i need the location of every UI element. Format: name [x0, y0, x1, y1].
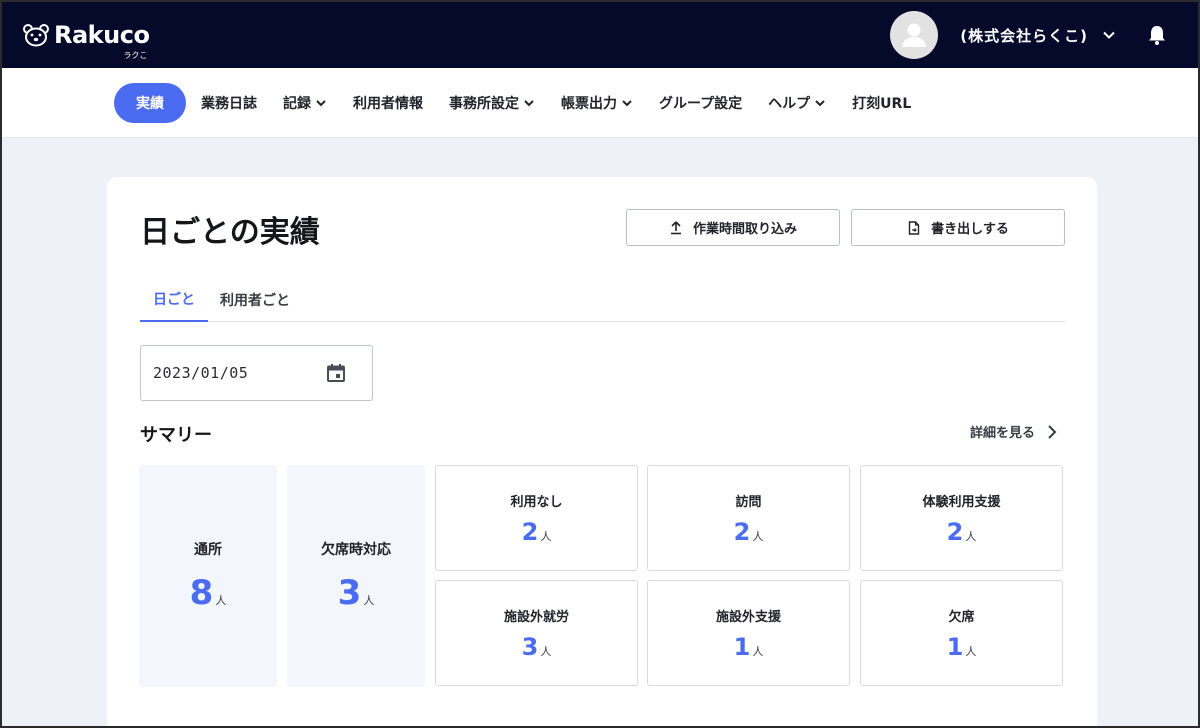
nav-label: 記録 [283, 95, 311, 112]
export-button[interactable]: 書き出しする [851, 209, 1065, 246]
logo-text: Rakuco [54, 21, 150, 49]
page-title: 日ごとの実績 [140, 215, 320, 250]
export-button-label: 書き出しする [931, 221, 1009, 236]
detail-link-label: 詳細を見る [969, 426, 1035, 441]
summary-tile-absent[interactable]: 欠席 1 人 [860, 580, 1063, 686]
date-input[interactable]: 2023/01/05 [140, 345, 373, 401]
nav-item-group-settings[interactable]: グループ設定 [646, 83, 755, 123]
tile-number: 8 [189, 573, 214, 613]
nav-label: 実績 [136, 95, 164, 112]
nav-label: 打刻URL [852, 95, 912, 112]
tile-unit: 人 [752, 644, 764, 658]
nav-label: 利用者情報 [353, 95, 423, 112]
nav-label: ヘルプ [768, 95, 811, 112]
tile-unit: 人 [363, 594, 375, 607]
tab-by-day[interactable]: 日ごと [140, 277, 208, 322]
bear-logo-icon [23, 24, 49, 47]
company-name[interactable]: (株式会社らくこ) [960, 25, 1088, 46]
app-window: Rakuco ラクこ (株式会社らくこ) 実績 業務日誌 記録 利用者情報 事務… [0, 0, 1200, 728]
nav-label: グループ設定 [659, 95, 743, 112]
file-export-icon [908, 220, 920, 235]
summary-tile-offsite-support[interactable]: 施設外支援 1 人 [647, 580, 850, 686]
summary-tile-absence-response[interactable]: 欠席時対応 3 人 [287, 465, 425, 687]
tile-number: 2 [521, 517, 539, 546]
nav-item-work-log[interactable]: 業務日誌 [188, 83, 270, 123]
nav-item-report-output[interactable]: 帳票出力 [548, 83, 646, 123]
account-area: (株式会社らくこ) [890, 11, 1168, 59]
tile-label: 体験利用支援 [922, 494, 1001, 510]
tile-value: 2 人 [734, 518, 764, 546]
tile-label: 施設外就労 [503, 609, 569, 625]
chevron-down-icon [622, 99, 632, 106]
tile-label: 施設外支援 [715, 609, 781, 625]
summary-title: サマリー [140, 425, 212, 446]
summary-tile-visit[interactable]: 訪問 2 人 [647, 465, 850, 571]
tile-number: 2 [733, 517, 751, 546]
summary-tile-trial-support[interactable]: 体験利用支援 2 人 [860, 465, 1063, 571]
nav-label: 事務所設定 [449, 95, 519, 112]
chevron-down-icon [524, 99, 534, 106]
nav-item-results[interactable]: 実績 [114, 82, 186, 123]
tile-label: 訪問 [735, 494, 762, 510]
results-card: 日ごとの実績 作業時間取り込み 書き出しする 日ごと 利用者ごと 2023/01… [107, 177, 1097, 726]
tile-label: 利用なし [510, 494, 563, 510]
nav-item-clock-url[interactable]: 打刻URL [839, 83, 924, 123]
tab-by-user[interactable]: 利用者ごと [208, 277, 302, 322]
tile-value: 8 人 [190, 573, 227, 613]
nav-item-records[interactable]: 記録 [270, 83, 340, 123]
summary-tile-attendance[interactable]: 通所 8 人 [139, 465, 277, 687]
tile-number: 1 [946, 632, 964, 661]
chevron-right-icon [1048, 424, 1057, 439]
nav-item-help[interactable]: ヘルプ [755, 83, 839, 123]
chevron-down-icon[interactable] [1102, 28, 1116, 42]
tile-label: 欠席 [948, 609, 975, 625]
bell-icon[interactable] [1146, 24, 1168, 46]
tile-number: 1 [733, 632, 751, 661]
logo-subtext: ラクこ [123, 51, 148, 60]
tile-value: 1 人 [734, 633, 764, 661]
summary-tile-offsite-work[interactable]: 施設外就労 3 人 [435, 580, 638, 686]
nav-label: 帳票出力 [561, 95, 617, 112]
chevron-down-icon [316, 99, 326, 106]
tile-value: 1 人 [947, 633, 977, 661]
tile-unit: 人 [540, 644, 552, 658]
tile-number: 2 [946, 517, 964, 546]
summary-tile-no-use[interactable]: 利用なし 2 人 [435, 465, 638, 571]
import-button-label: 作業時間取り込み [692, 221, 797, 236]
tile-unit: 人 [965, 644, 977, 658]
import-work-time-button[interactable]: 作業時間取り込み [626, 209, 840, 246]
view-tabs: 日ごと 利用者ごと [140, 277, 1065, 322]
top-bar: Rakuco ラクこ (株式会社らくこ) [2, 2, 1198, 68]
calendar-icon[interactable] [326, 363, 346, 383]
tile-number: 3 [521, 632, 539, 661]
tile-value: 3 人 [522, 633, 552, 661]
main-nav: 実績 業務日誌 記録 利用者情報 事務所設定 帳票出力 グループ設定 ヘルプ 打… [2, 68, 1198, 138]
tile-label: 通所 [194, 542, 222, 558]
upload-icon [670, 220, 681, 234]
view-details-link[interactable]: 詳細を見る [970, 422, 1059, 441]
tile-number: 3 [337, 573, 362, 613]
tile-value: 3 人 [338, 573, 375, 613]
logo[interactable]: Rakuco ラクこ [22, 21, 150, 60]
tile-label: 欠席時対応 [321, 542, 391, 558]
tile-unit: 人 [215, 594, 227, 607]
chevron-down-icon [815, 99, 825, 106]
avatar[interactable] [890, 11, 939, 59]
nav-label: 業務日誌 [201, 95, 257, 112]
tile-unit: 人 [540, 529, 552, 543]
nav-item-user-info[interactable]: 利用者情報 [340, 83, 436, 123]
tile-unit: 人 [752, 529, 764, 543]
tile-value: 2 人 [522, 518, 552, 546]
date-value: 2023/01/05 [153, 364, 249, 382]
tile-unit: 人 [965, 529, 977, 543]
tile-value: 2 人 [947, 518, 977, 546]
user-icon [902, 23, 927, 47]
nav-item-office-settings[interactable]: 事務所設定 [436, 83, 548, 123]
